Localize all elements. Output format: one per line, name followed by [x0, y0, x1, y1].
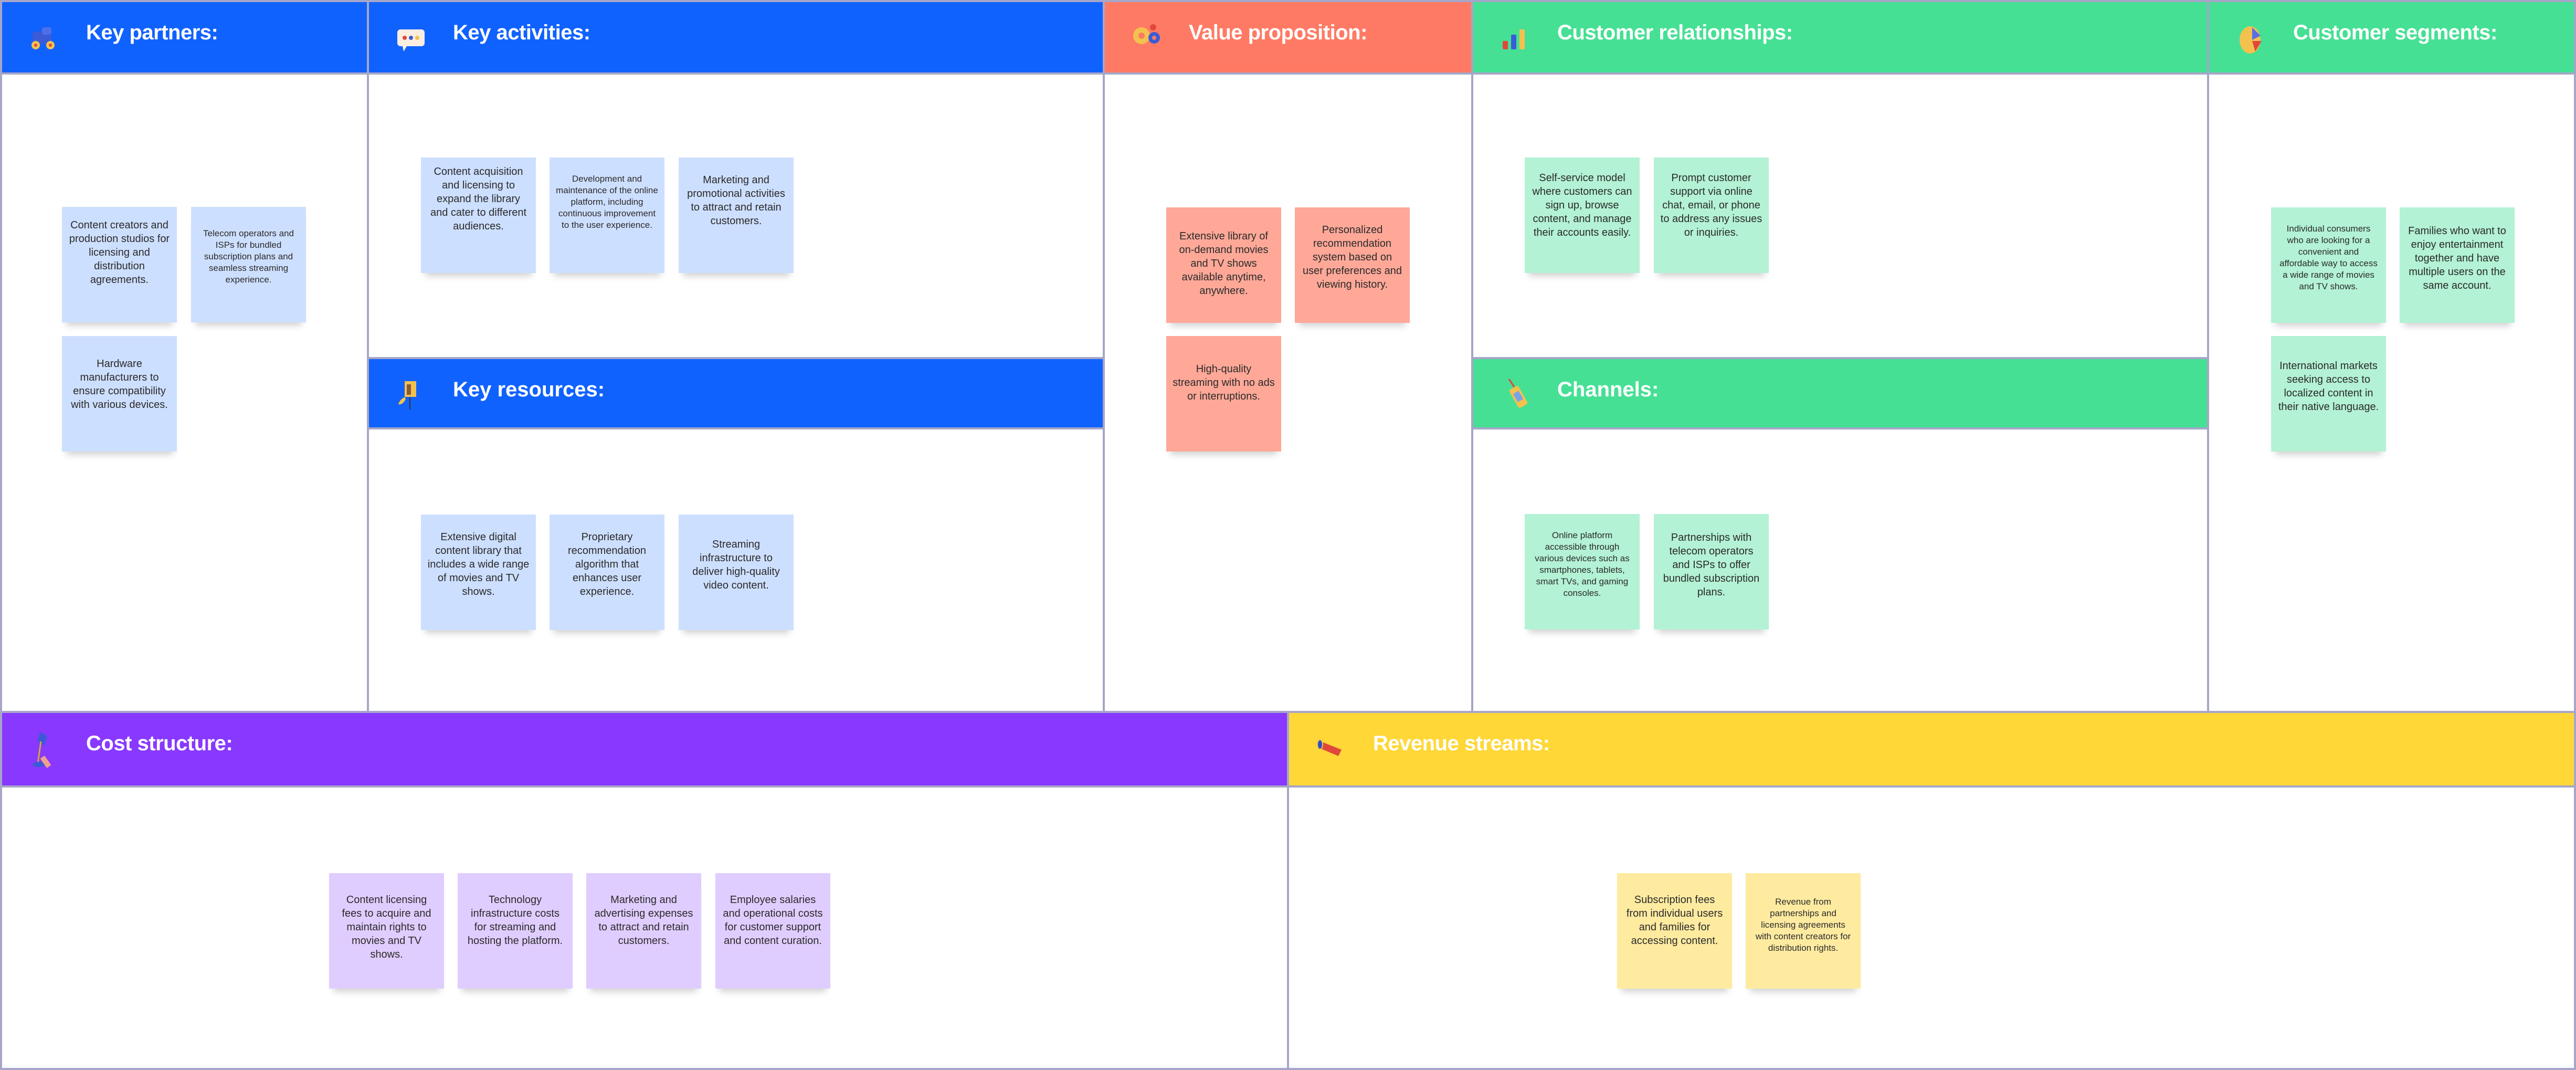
desk-lamp-icon: [33, 732, 51, 768]
sticky-note-text: Marketing and advertising expenses to at…: [594, 894, 693, 947]
bar-chart-icon: [1503, 29, 1525, 49]
key-partners-title: Key partners:: [86, 21, 218, 44]
cost-structure-title: Cost structure:: [86, 732, 233, 755]
sticky-note[interactable]: Streaming infrastructure to deliver high…: [679, 515, 794, 630]
sticky-note-text: Content acquisition and licensing to exp…: [430, 166, 527, 232]
value-proposition-title: Value proposition:: [1189, 21, 1367, 44]
sticky-note[interactable]: Content creators and production studios …: [62, 207, 177, 322]
mobile-phone-icon: [1508, 379, 1528, 408]
value-proposition-panel: Value proposition: Extensive library of …: [1103, 0, 1473, 713]
sticky-note[interactable]: Extensive digital content library that i…: [421, 515, 536, 630]
customer-relationships-panel: Customer relationships: Self-service mod…: [1471, 0, 2209, 713]
sticky-note[interactable]: Proprietary recommendation algorithm tha…: [550, 515, 664, 630]
sticky-note[interactable]: Employee salaries and operational costs …: [715, 873, 830, 989]
customer-segments-panel: Customer segments: Individual consumers …: [2207, 0, 2576, 713]
sticky-note-text: Families who want to enjoy entertainment…: [2408, 225, 2506, 291]
key-resources-title: Key resources:: [453, 378, 605, 401]
sticky-note[interactable]: High-quality streaming with no ads or in…: [1166, 336, 1281, 452]
sticky-note-text: Individual consumers who are looking for…: [2279, 224, 2378, 291]
sticky-note-text: High-quality streaming with no ads or in…: [1173, 363, 1275, 402]
sticky-note-text: Telecom operators and ISPs for bundled s…: [203, 228, 294, 285]
sticky-note-text: Content creators and production studios …: [69, 219, 170, 286]
sticky-note[interactable]: Telecom operators and ISPs for bundled s…: [191, 207, 306, 322]
key-activities-title: Key activities:: [453, 21, 590, 44]
key-activities-header: Key activities:: [369, 2, 1103, 75]
sticky-note[interactable]: Content licensing fees to acquire and ma…: [329, 873, 444, 989]
mailbox-icon: [398, 381, 416, 410]
customer-segments-header: Customer segments:: [2209, 2, 2574, 75]
sticky-note-text: Development and maintenance of the onlin…: [556, 174, 658, 230]
chat-bubble-icon: [397, 29, 425, 51]
sticky-note-text: Self-service model where customers can s…: [1532, 172, 1632, 238]
sticky-note[interactable]: Marketing and advertising expenses to at…: [586, 873, 701, 989]
revenue-streams-header: Revenue streams:: [1289, 713, 2574, 788]
key-partners-panel: Key partners: Content creators and produ…: [0, 0, 369, 713]
revenue-streams-title: Revenue streams:: [1373, 732, 1550, 755]
pie-chart-icon: [2240, 26, 2262, 54]
sticky-note-text: Revenue from partnerships and licensing …: [1755, 897, 1851, 953]
sticky-note-text: Subscription fees from individual users …: [1626, 894, 1723, 947]
sticky-note[interactable]: Hardware manufacturers to ensure compati…: [62, 336, 177, 452]
sticky-note[interactable]: International markets seeking access to …: [2271, 336, 2386, 452]
customer-relationships-title: Customer relationships:: [1557, 21, 1793, 44]
sticky-note[interactable]: Content acquisition and licensing to exp…: [421, 158, 536, 273]
cost-structure-panel: Cost structure: Content licensing fees t…: [0, 711, 1289, 1070]
sticky-note[interactable]: Self-service model where customers can s…: [1525, 158, 1640, 273]
sticky-note-text: Extensive digital content library that i…: [427, 531, 530, 597]
sticky-note-text: Proprietary recommendation algorithm tha…: [568, 531, 646, 597]
sticky-note[interactable]: Marketing and promotional activities to …: [679, 158, 794, 273]
sticky-note[interactable]: Development and maintenance of the onlin…: [550, 158, 664, 273]
sticky-note-text: Online platform accessible through vario…: [1535, 530, 1630, 598]
key-activities-panel: Key activities: Content acquisition and …: [367, 0, 1105, 713]
sticky-note-text: Marketing and promotional activities to …: [687, 174, 785, 227]
sticky-note[interactable]: Individual consumers who are looking for…: [2271, 207, 2386, 323]
sticky-note[interactable]: Subscription fees from individual users …: [1617, 873, 1732, 989]
value-proposition-header: Value proposition:: [1105, 2, 1471, 75]
sticky-note[interactable]: Families who want to enjoy entertainment…: [2400, 207, 2515, 323]
customer-segments-title: Customer segments:: [2293, 21, 2497, 44]
sticky-note-text: Prompt customer support via online chat,…: [1660, 172, 1762, 238]
key-resources-header: Key resources:: [369, 357, 1103, 429]
sticky-note[interactable]: Partnerships with telecom operators and …: [1654, 514, 1769, 630]
sticky-note[interactable]: Extensive library of on-demand movies an…: [1166, 207, 1281, 323]
sticky-note[interactable]: Online platform accessible through vario…: [1525, 514, 1640, 630]
channels-header: Channels:: [1473, 357, 2207, 429]
sticky-note-text: International markets seeking access to …: [2278, 360, 2379, 413]
sticky-note-text: Hardware manufacturers to ensure compati…: [71, 358, 168, 411]
sticky-note-text: Technology infrastructure costs for stre…: [467, 894, 563, 947]
key-partners-header: Key partners:: [2, 2, 367, 75]
sticky-note-text: Streaming infrastructure to deliver high…: [692, 539, 780, 591]
megaphone-icon: [1317, 739, 1342, 756]
gears-icon: [1133, 24, 1160, 44]
sticky-note[interactable]: Personalized recommendation system based…: [1295, 207, 1410, 323]
sticky-note[interactable]: Prompt customer support via online chat,…: [1654, 158, 1769, 273]
cost-structure-header: Cost structure:: [2, 713, 1287, 788]
sticky-note[interactable]: Revenue from partnerships and licensing …: [1746, 873, 1861, 989]
revenue-streams-panel: Revenue streams: Subscription fees from …: [1287, 711, 2576, 1070]
sticky-note-text: Personalized recommendation system based…: [1302, 224, 1402, 290]
sticky-note-text: Partnerships with telecom operators and …: [1663, 532, 1760, 598]
sticky-note[interactable]: Technology infrastructure costs for stre…: [458, 873, 573, 989]
customer-relationships-header: Customer relationships:: [1473, 2, 2207, 75]
channels-title: Channels:: [1557, 378, 1659, 401]
sticky-note-text: Content licensing fees to acquire and ma…: [342, 894, 431, 960]
sticky-note-text: Extensive library of on-demand movies an…: [1179, 230, 1269, 297]
toy-car-icon: [31, 27, 55, 49]
sticky-note-text: Employee salaries and operational costs …: [723, 894, 823, 947]
